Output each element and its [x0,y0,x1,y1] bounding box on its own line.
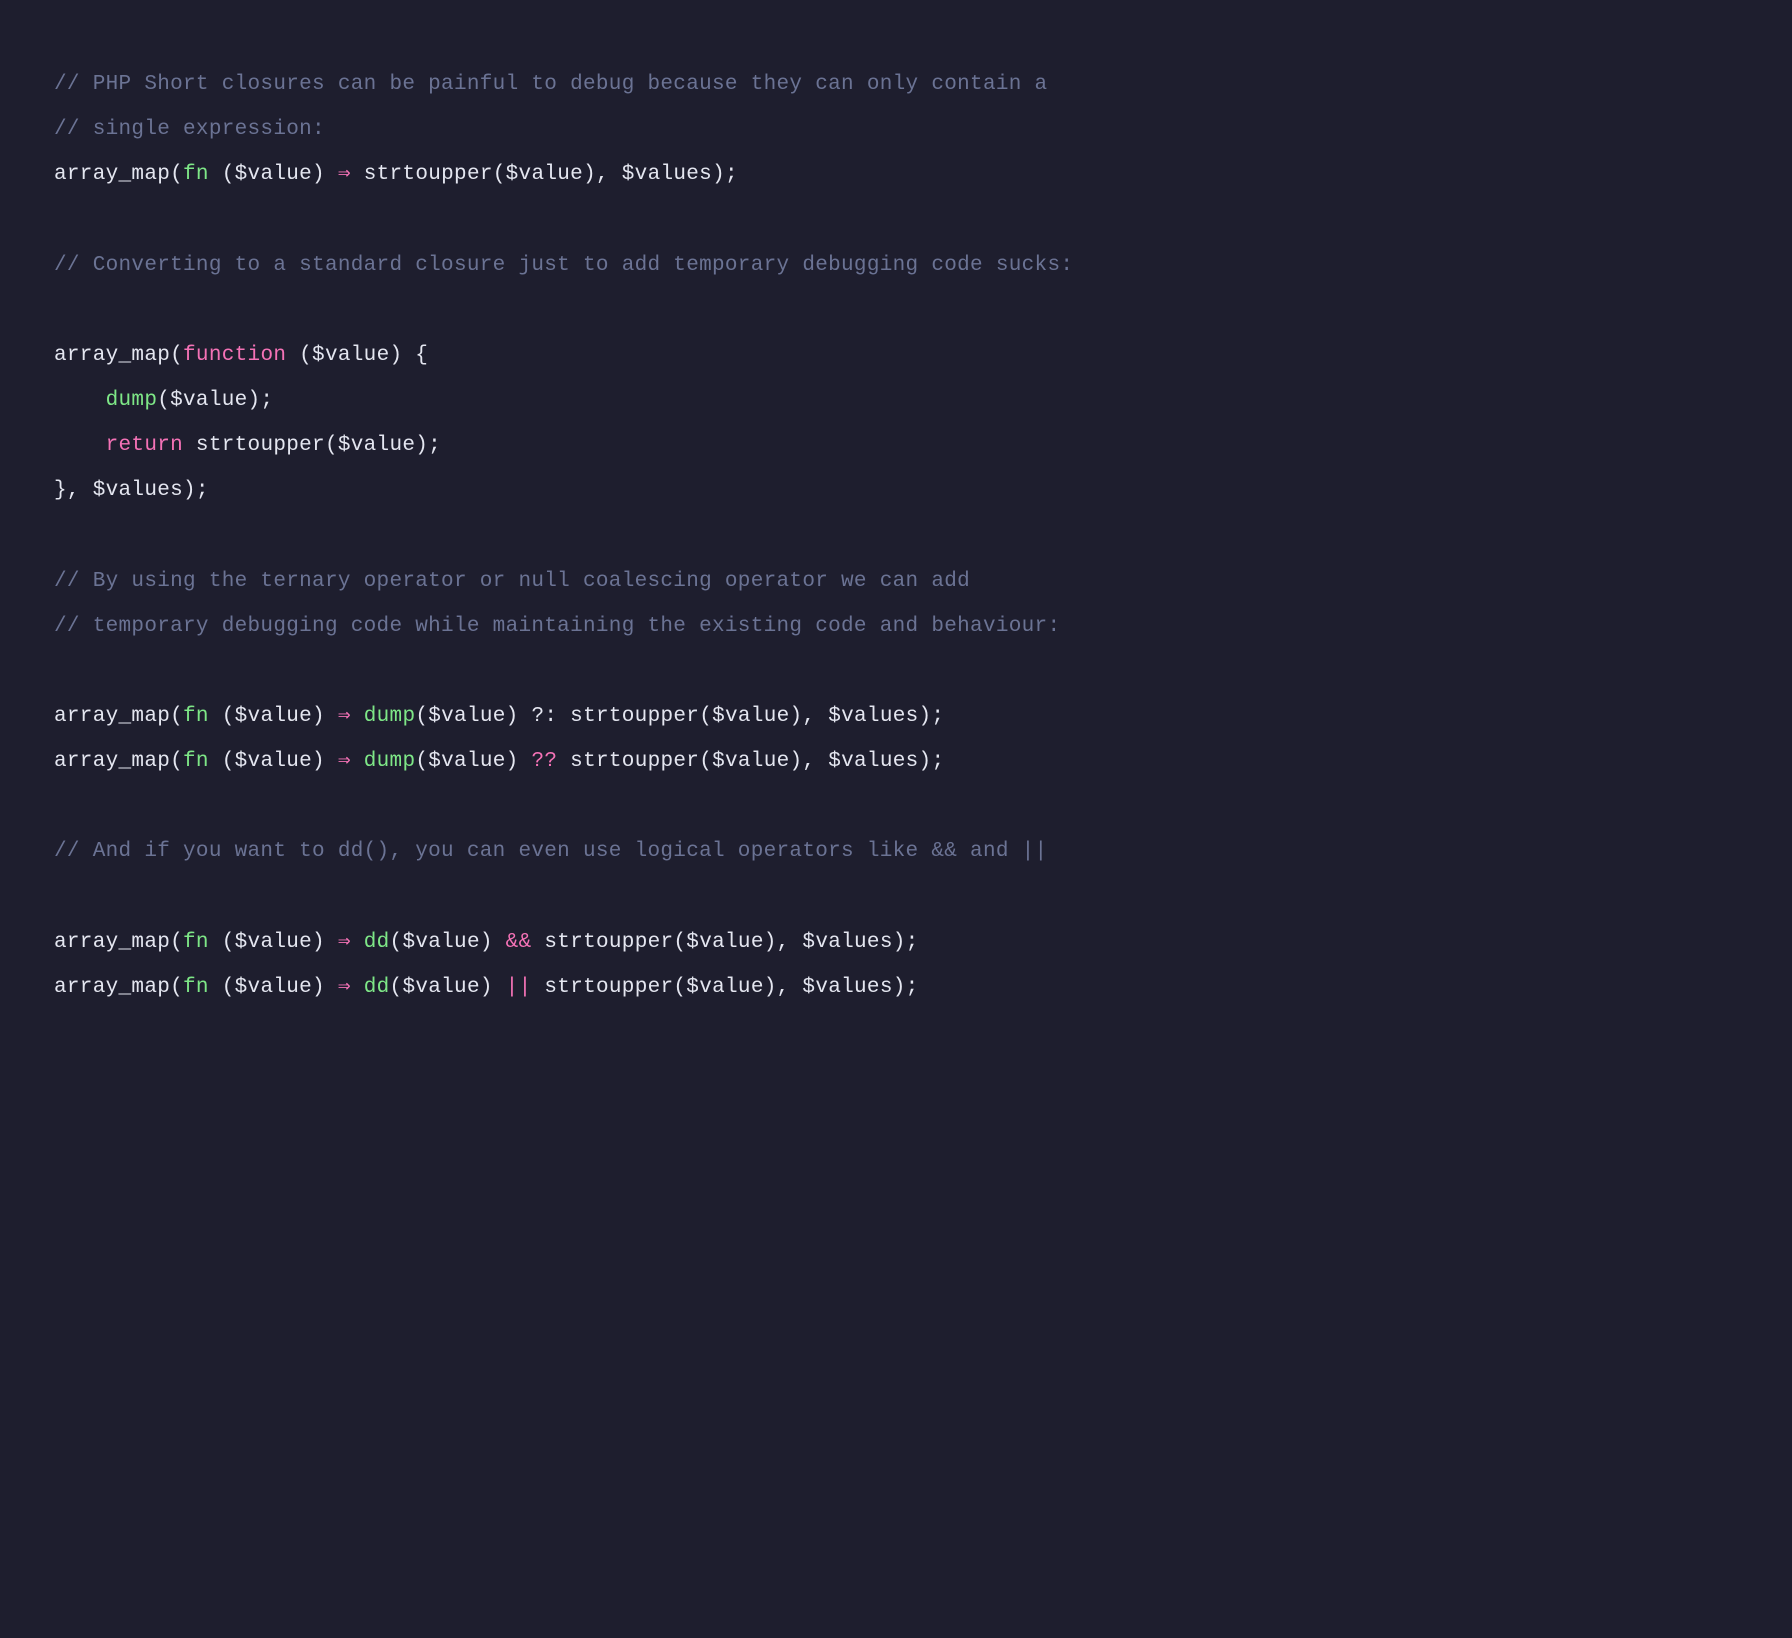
code-token: dd [364,976,390,999]
code-token: strtoupper($value), $values); [557,750,944,773]
code-token: return [106,434,183,457]
code-token: && [506,931,532,954]
code-line: // PHP Short closures can be painful to … [54,62,1738,107]
code-token: array_map( [54,344,183,367]
code-token: ($value) [209,163,338,186]
code-token: fn [183,163,209,186]
code-token [351,750,364,773]
code-token: array_map( [54,750,183,773]
code-token: ($value) [415,750,531,773]
code-token: ($value) { [286,344,428,367]
code-token: ⇒ [338,976,351,999]
code-token [54,434,106,457]
code-token: ($value) [390,931,506,954]
code-token: strtoupper($value); [183,434,441,457]
code-token: // Converting to a standard closure just… [54,254,1073,277]
code-line: array_map(fn ($value) ⇒ strtoupper($valu… [54,152,1738,197]
code-token: fn [183,705,209,728]
code-line: return strtoupper($value); [54,423,1738,468]
code-line: array_map(fn ($value) ⇒ dump($value) ?: … [54,694,1738,739]
blank-line [54,649,1738,694]
blank-line [54,288,1738,333]
code-token: // And if you want to dd(), you can even… [54,840,1047,863]
code-token: dump [364,750,416,773]
code-line: array_map(fn ($value) ⇒ dump($value) ?? … [54,739,1738,784]
code-token: ⇒ [338,163,351,186]
blank-line [54,784,1738,829]
code-token [351,976,364,999]
code-token: // PHP Short closures can be painful to … [54,73,1047,96]
code-token: }, $values); [54,479,209,502]
code-token [351,705,364,728]
code-token: fn [183,976,209,999]
code-line: // Converting to a standard closure just… [54,243,1738,288]
code-token: ($value) [209,931,338,954]
code-line: // single expression: [54,107,1738,152]
code-token: ⇒ [338,931,351,954]
code-token: || [506,976,532,999]
code-token: strtoupper($value), $values); [531,931,918,954]
code-token: ⇒ [338,705,351,728]
code-line: array_map(fn ($value) ⇒ dd($value) || st… [54,965,1738,1010]
code-token: ($value) [209,705,338,728]
blank-line [54,197,1738,242]
code-token: array_map( [54,705,183,728]
code-token: // By using the ternary operator or null… [54,570,970,593]
code-line: array_map(function ($value) { [54,333,1738,378]
code-token: ?? [531,750,557,773]
code-line: }, $values); [54,468,1738,513]
code-token: strtoupper($value), $values); [531,976,918,999]
code-token: fn [183,750,209,773]
code-token: strtoupper($value), $values); [351,163,738,186]
code-token [54,389,106,412]
code-line: // By using the ternary operator or null… [54,559,1738,604]
code-token: array_map( [54,976,183,999]
code-token: dump [364,705,416,728]
code-block: // PHP Short closures can be painful to … [54,62,1738,1010]
blank-line [54,875,1738,920]
code-token: ($value); [157,389,273,412]
code-line: array_map(fn ($value) ⇒ dd($value) && st… [54,920,1738,965]
code-token [351,931,364,954]
blank-line [54,513,1738,558]
code-token: ($value) ?: strtoupper($value), $values)… [415,705,944,728]
code-token: ($value) [390,976,506,999]
code-line: // And if you want to dd(), you can even… [54,829,1738,874]
code-token: function [183,344,286,367]
code-token: ($value) [209,750,338,773]
code-token: // temporary debugging code while mainta… [54,615,1060,638]
code-line: dump($value); [54,378,1738,423]
code-token: fn [183,931,209,954]
code-token: dump [106,389,158,412]
code-token: dd [364,931,390,954]
code-token: array_map( [54,931,183,954]
code-token: // single expression: [54,118,325,141]
code-token: ($value) [209,976,338,999]
code-token: array_map( [54,163,183,186]
code-line: // temporary debugging code while mainta… [54,604,1738,649]
code-token: ⇒ [338,750,351,773]
